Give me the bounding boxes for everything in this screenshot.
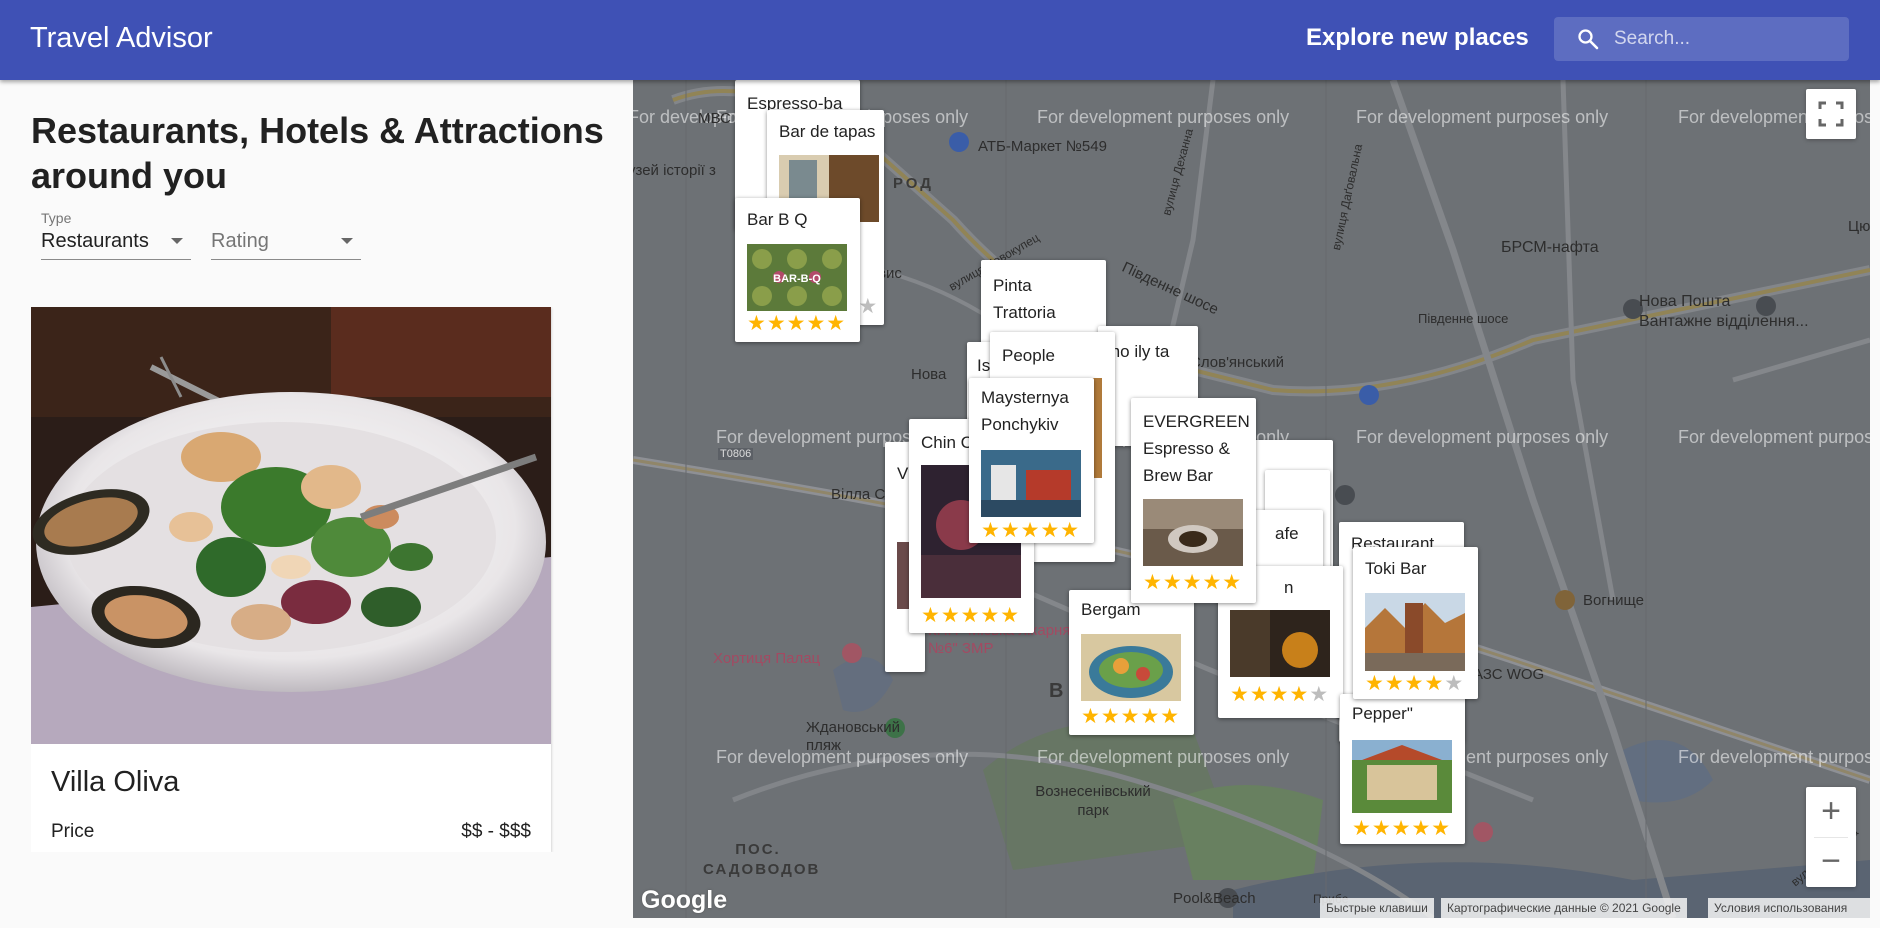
map-pin-title: Toki Bar bbox=[1365, 559, 1427, 578]
map-place-label: БРСМ-нафта bbox=[1501, 239, 1599, 256]
map-place-label: АТБ-Маркет №549 bbox=[978, 138, 1107, 155]
map-pin-card[interactable]: Bergam ★★★★★ bbox=[1069, 590, 1194, 735]
rating-stars: ★★★★★ bbox=[921, 604, 1021, 627]
map-pin-photo bbox=[1230, 610, 1330, 677]
map-pin-photo bbox=[1352, 740, 1452, 813]
map-place-label: Вантажне відділення... bbox=[1639, 313, 1809, 330]
fullscreen-button[interactable] bbox=[1806, 89, 1856, 139]
map-place-label: Слов'янський bbox=[1190, 354, 1284, 371]
place-card[interactable]: Villa Oliva Price $$ - $$$ bbox=[31, 307, 551, 852]
map-pin-card[interactable]: EVERGREEN Espresso & Brew Bar ★★★★★ bbox=[1131, 398, 1256, 603]
map-pin-title: People bbox=[1002, 346, 1055, 365]
dev-watermark: For development purposes only bbox=[1037, 747, 1290, 767]
search-box[interactable] bbox=[1554, 17, 1849, 61]
map-place-label: АЗС WOG bbox=[1473, 666, 1545, 683]
app-bar: Travel Advisor Explore new places bbox=[0, 0, 1880, 80]
rating-stars: ★★★★★ bbox=[1365, 672, 1465, 695]
map-place-label: Вілла С bbox=[831, 486, 886, 503]
map-place-label: Хортиця Палац bbox=[713, 650, 821, 667]
map-place-label: Ждановський пляж bbox=[806, 719, 901, 754]
dev-watermark: For development purposes only bbox=[1678, 427, 1870, 447]
rating-stars: ★★★★★ bbox=[1143, 571, 1243, 594]
map-pin-title: mo ily ta bbox=[1106, 342, 1170, 361]
terms-link[interactable]: Условия использования bbox=[1708, 898, 1870, 918]
map-place-label: МВС bbox=[698, 110, 731, 127]
dev-watermark: For development purposes only bbox=[1678, 747, 1870, 767]
map-place-label: Нова bbox=[911, 366, 947, 383]
svg-text:BAR-B-Q: BAR-B-Q bbox=[773, 273, 821, 285]
page-title: Restaurants, Hotels & Attractions around… bbox=[31, 110, 604, 196]
dev-watermark: For development purposes only bbox=[1037, 107, 1290, 127]
zoom-controls: + − bbox=[1806, 787, 1856, 887]
map-place-label: Цю bbox=[1848, 218, 1870, 235]
search-input[interactable] bbox=[1614, 17, 1844, 61]
chevron-down-icon bbox=[171, 238, 183, 244]
place-photo bbox=[31, 307, 551, 744]
map-pin-photo bbox=[981, 450, 1081, 517]
map-data-attribution: Картографические данные © 2021 Google bbox=[1441, 898, 1687, 918]
map-road-number: Т0806 bbox=[718, 448, 754, 460]
dev-watermark: For development purposes only bbox=[1356, 427, 1609, 447]
map-pin-title: Pepper" bbox=[1352, 704, 1413, 723]
map-pin-card[interactable]: Bar B Q BAR-B-Q ★★★★★ bbox=[735, 198, 860, 342]
map-pin-photo bbox=[1081, 634, 1181, 701]
map-pin-title: Bar de tapas bbox=[779, 122, 876, 141]
rating-stars: ★★★★★ bbox=[1352, 817, 1452, 840]
zoom-in-button[interactable]: + bbox=[1806, 787, 1856, 837]
map-pin-title: Bar B Q bbox=[747, 210, 808, 229]
map-pin-title: Pinta Trattoria bbox=[993, 276, 1056, 322]
map-pin-card[interactable]: Pepper" ★★★★★ bbox=[1340, 694, 1465, 844]
type-select-value: Restaurants bbox=[41, 230, 149, 252]
search-icon bbox=[1578, 29, 1599, 50]
place-list[interactable]: Villa Oliva Price $$ - $$$ bbox=[31, 307, 572, 852]
map-pin-title: n bbox=[1284, 578, 1294, 597]
fullscreen-icon bbox=[1818, 101, 1844, 127]
keyboard-shortcuts-link[interactable]: Быстрые клавиши bbox=[1320, 898, 1434, 918]
price-value: $$ - $$$ bbox=[461, 821, 531, 842]
map-pin-photo bbox=[1365, 593, 1465, 671]
map-pin-card[interactable]: Toki Bar ★★★★★ bbox=[1353, 547, 1478, 699]
map-pin-title: afe bbox=[1275, 524, 1299, 543]
map-place-label: Вознесенівський парк bbox=[1035, 783, 1151, 819]
rating-stars: ★★★★★ bbox=[981, 519, 1081, 542]
app-title: Travel Advisor bbox=[30, 22, 213, 54]
map-place-label: Вогнище bbox=[1583, 592, 1644, 609]
type-select[interactable]: Type Restaurants bbox=[41, 210, 191, 260]
dev-watermark: For development purposes only bbox=[1356, 107, 1609, 127]
price-label: Price bbox=[51, 821, 95, 842]
map-place-label: Південне шосе bbox=[1418, 311, 1509, 326]
google-logo: Google bbox=[641, 886, 728, 914]
map-pin-photo: BAR-B-Q bbox=[747, 244, 847, 311]
rating-select-placeholder: Rating bbox=[211, 230, 269, 252]
rating-stars: ★★★★★ bbox=[747, 312, 847, 335]
map-place-label: РОД bbox=[893, 175, 934, 192]
map[interactable]: For development purposes only For develo… bbox=[633, 80, 1870, 918]
rating-select[interactable]: Rating bbox=[211, 210, 361, 260]
explore-label: Explore new places bbox=[1306, 24, 1529, 51]
map-pin-title: EVERGREEN Espresso & Brew Bar bbox=[1143, 412, 1250, 485]
map-pin-title: Maysternya Ponchykiv bbox=[981, 388, 1069, 434]
map-place-label: узей історії з bbox=[633, 162, 716, 179]
map-place-label: В bbox=[1049, 680, 1067, 702]
map-pin-card[interactable]: Maysternya Ponchykiv ★★★★★ bbox=[969, 378, 1094, 543]
rating-stars: ★★★★★ bbox=[1230, 683, 1330, 706]
chevron-down-icon bbox=[341, 238, 353, 244]
list-panel: Restaurants, Hotels & Attractions around… bbox=[0, 80, 633, 928]
map-pin-photo bbox=[1143, 499, 1243, 566]
map-place-label: Pool&Beach bbox=[1173, 890, 1256, 907]
zoom-out-button[interactable]: − bbox=[1806, 838, 1856, 887]
rating-stars: ★★★★★ bbox=[1081, 705, 1181, 728]
type-select-label: Type bbox=[41, 210, 72, 226]
map-place-label: ПОС. САДОВОДОВ bbox=[703, 841, 821, 878]
map-place-label: Нова Пошта bbox=[1639, 293, 1731, 310]
place-name: Villa Oliva bbox=[51, 766, 180, 798]
